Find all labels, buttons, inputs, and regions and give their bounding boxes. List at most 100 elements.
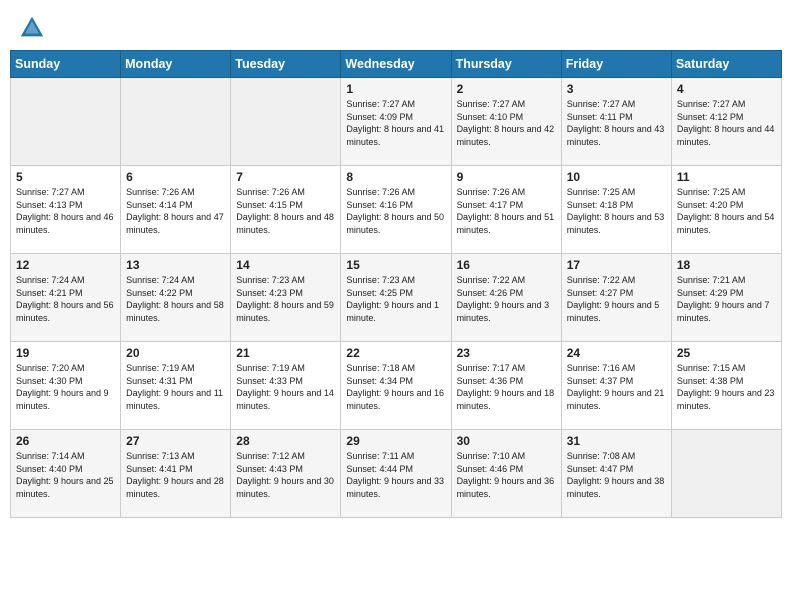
- calendar-cell: 15 Sunrise: 7:23 AM Sunset: 4:25 PM Dayli…: [341, 254, 451, 342]
- calendar-cell: 14 Sunrise: 7:23 AM Sunset: 4:23 PM Dayli…: [231, 254, 341, 342]
- day-number: 13: [126, 258, 225, 272]
- day-number: 8: [346, 170, 445, 184]
- day-info: Sunrise: 7:12 AM Sunset: 4:43 PM Dayligh…: [236, 450, 335, 500]
- day-info: Sunrise: 7:16 AM Sunset: 4:37 PM Dayligh…: [567, 362, 666, 412]
- day-number: 30: [457, 434, 556, 448]
- day-info: Sunrise: 7:20 AM Sunset: 4:30 PM Dayligh…: [16, 362, 115, 412]
- day-number: 7: [236, 170, 335, 184]
- day-number: 15: [346, 258, 445, 272]
- calendar-cell: [231, 78, 341, 166]
- day-info: Sunrise: 7:25 AM Sunset: 4:18 PM Dayligh…: [567, 186, 666, 236]
- day-number: 26: [16, 434, 115, 448]
- calendar-cell: 8 Sunrise: 7:26 AM Sunset: 4:16 PM Daylig…: [341, 166, 451, 254]
- day-info: Sunrise: 7:27 AM Sunset: 4:10 PM Dayligh…: [457, 98, 556, 148]
- day-number: 28: [236, 434, 335, 448]
- day-info: Sunrise: 7:19 AM Sunset: 4:33 PM Dayligh…: [236, 362, 335, 412]
- day-info: Sunrise: 7:27 AM Sunset: 4:12 PM Dayligh…: [677, 98, 776, 148]
- day-info: Sunrise: 7:18 AM Sunset: 4:34 PM Dayligh…: [346, 362, 445, 412]
- day-number: 27: [126, 434, 225, 448]
- day-number: 17: [567, 258, 666, 272]
- calendar-cell: 18 Sunrise: 7:21 AM Sunset: 4:29 PM Dayli…: [671, 254, 781, 342]
- day-number: 16: [457, 258, 556, 272]
- day-number: 29: [346, 434, 445, 448]
- day-number: 20: [126, 346, 225, 360]
- week-row-3: 12 Sunrise: 7:24 AM Sunset: 4:21 PM Dayli…: [11, 254, 782, 342]
- day-info: Sunrise: 7:14 AM Sunset: 4:40 PM Dayligh…: [16, 450, 115, 500]
- calendar-cell: 25 Sunrise: 7:15 AM Sunset: 4:38 PM Dayli…: [671, 342, 781, 430]
- day-headers-row: SundayMondayTuesdayWednesdayThursdayFrid…: [11, 51, 782, 78]
- calendar-cell: 29Sunrise: 7:11 AM Sunset: 4:44 PM Dayli…: [341, 430, 451, 518]
- calendar-cell: [121, 78, 231, 166]
- calendar-cell: 20 Sunrise: 7:19 AM Sunset: 4:31 PM Dayli…: [121, 342, 231, 430]
- logo: [18, 14, 50, 42]
- day-info: Sunrise: 7:10 AM Sunset: 4:46 PM Dayligh…: [457, 450, 556, 500]
- calendar-header: SundayMondayTuesdayWednesdayThursdayFrid…: [11, 51, 782, 78]
- calendar-cell: 4 Sunrise: 7:27 AM Sunset: 4:12 PM Daylig…: [671, 78, 781, 166]
- day-info: Sunrise: 7:24 AM Sunset: 4:22 PM Dayligh…: [126, 274, 225, 324]
- day-number: 22: [346, 346, 445, 360]
- day-info: Sunrise: 7:27 AM Sunset: 4:09 PM Dayligh…: [346, 98, 445, 148]
- calendar-cell: 26 Sunrise: 7:14 AM Sunset: 4:40 PM Dayli…: [11, 430, 121, 518]
- calendar-cell: 5 Sunrise: 7:27 AM Sunset: 4:13 PM Daylig…: [11, 166, 121, 254]
- calendar-cell: 9Sunrise: 7:26 AM Sunset: 4:17 PM Daylig…: [451, 166, 561, 254]
- calendar-cell: 31Sunrise: 7:08 AM Sunset: 4:47 PM Dayli…: [561, 430, 671, 518]
- week-row-5: 26 Sunrise: 7:14 AM Sunset: 4:40 PM Dayli…: [11, 430, 782, 518]
- calendar-cell: 16 Sunrise: 7:22 AM Sunset: 4:26 PM Dayli…: [451, 254, 561, 342]
- day-number: 19: [16, 346, 115, 360]
- day-header-monday: Monday: [121, 51, 231, 78]
- calendar-body: 1 Sunrise: 7:27 AM Sunset: 4:09 PM Daylig…: [11, 78, 782, 518]
- day-info: Sunrise: 7:27 AM Sunset: 4:13 PM Dayligh…: [16, 186, 115, 236]
- calendar-cell: 27 Sunrise: 7:13 AM Sunset: 4:41 PM Dayli…: [121, 430, 231, 518]
- logo-icon: [18, 14, 46, 42]
- calendar-cell: 1 Sunrise: 7:27 AM Sunset: 4:09 PM Daylig…: [341, 78, 451, 166]
- day-info: Sunrise: 7:17 AM Sunset: 4:36 PM Dayligh…: [457, 362, 556, 412]
- day-info: Sunrise: 7:15 AM Sunset: 4:38 PM Dayligh…: [677, 362, 776, 412]
- day-header-friday: Friday: [561, 51, 671, 78]
- day-number: 1: [346, 82, 445, 96]
- calendar-cell: 7 Sunrise: 7:26 AM Sunset: 4:15 PM Daylig…: [231, 166, 341, 254]
- calendar-cell: [11, 78, 121, 166]
- day-number: 21: [236, 346, 335, 360]
- calendar-cell: 3 Sunrise: 7:27 AM Sunset: 4:11 PM Daylig…: [561, 78, 671, 166]
- day-number: 14: [236, 258, 335, 272]
- day-number: 6: [126, 170, 225, 184]
- calendar-cell: 21 Sunrise: 7:19 AM Sunset: 4:33 PM Dayli…: [231, 342, 341, 430]
- calendar-cell: 30 Sunrise: 7:10 AM Sunset: 4:46 PM Dayli…: [451, 430, 561, 518]
- week-row-4: 19 Sunrise: 7:20 AM Sunset: 4:30 PM Dayli…: [11, 342, 782, 430]
- calendar-cell: [671, 430, 781, 518]
- page: SundayMondayTuesdayWednesdayThursdayFrid…: [0, 0, 792, 612]
- calendar-cell: 13 Sunrise: 7:24 AM Sunset: 4:22 PM Dayli…: [121, 254, 231, 342]
- day-info: Sunrise: 7:27 AM Sunset: 4:11 PM Dayligh…: [567, 98, 666, 148]
- day-number: 18: [677, 258, 776, 272]
- day-info: Sunrise: 7:25 AM Sunset: 4:20 PM Dayligh…: [677, 186, 776, 236]
- day-number: 4: [677, 82, 776, 96]
- day-info: Sunrise: 7:23 AM Sunset: 4:25 PM Dayligh…: [346, 274, 445, 324]
- day-number: 23: [457, 346, 556, 360]
- day-info: Sunrise: 7:13 AM Sunset: 4:41 PM Dayligh…: [126, 450, 225, 500]
- calendar-cell: 2Sunrise: 7:27 AM Sunset: 4:10 PM Daylig…: [451, 78, 561, 166]
- day-number: 3: [567, 82, 666, 96]
- day-info: Sunrise: 7:23 AM Sunset: 4:23 PM Dayligh…: [236, 274, 335, 324]
- day-number: 25: [677, 346, 776, 360]
- calendar-cell: 17Sunrise: 7:22 AM Sunset: 4:27 PM Dayli…: [561, 254, 671, 342]
- day-info: Sunrise: 7:19 AM Sunset: 4:31 PM Dayligh…: [126, 362, 225, 412]
- calendar-cell: 6 Sunrise: 7:26 AM Sunset: 4:14 PM Daylig…: [121, 166, 231, 254]
- calendar-cell: 24Sunrise: 7:16 AM Sunset: 4:37 PM Dayli…: [561, 342, 671, 430]
- day-number: 12: [16, 258, 115, 272]
- day-info: Sunrise: 7:22 AM Sunset: 4:26 PM Dayligh…: [457, 274, 556, 324]
- day-info: Sunrise: 7:26 AM Sunset: 4:15 PM Dayligh…: [236, 186, 335, 236]
- day-header-tuesday: Tuesday: [231, 51, 341, 78]
- day-header-saturday: Saturday: [671, 51, 781, 78]
- day-info: Sunrise: 7:26 AM Sunset: 4:16 PM Dayligh…: [346, 186, 445, 236]
- calendar-cell: 19 Sunrise: 7:20 AM Sunset: 4:30 PM Dayli…: [11, 342, 121, 430]
- calendar-cell: 22 Sunrise: 7:18 AM Sunset: 4:34 PM Dayli…: [341, 342, 451, 430]
- calendar-table: SundayMondayTuesdayWednesdayThursdayFrid…: [10, 50, 782, 518]
- week-row-2: 5 Sunrise: 7:27 AM Sunset: 4:13 PM Daylig…: [11, 166, 782, 254]
- day-header-wednesday: Wednesday: [341, 51, 451, 78]
- day-info: Sunrise: 7:24 AM Sunset: 4:21 PM Dayligh…: [16, 274, 115, 324]
- day-info: Sunrise: 7:26 AM Sunset: 4:14 PM Dayligh…: [126, 186, 225, 236]
- day-info: Sunrise: 7:21 AM Sunset: 4:29 PM Dayligh…: [677, 274, 776, 324]
- day-info: Sunrise: 7:08 AM Sunset: 4:47 PM Dayligh…: [567, 450, 666, 500]
- day-number: 5: [16, 170, 115, 184]
- week-row-1: 1 Sunrise: 7:27 AM Sunset: 4:09 PM Daylig…: [11, 78, 782, 166]
